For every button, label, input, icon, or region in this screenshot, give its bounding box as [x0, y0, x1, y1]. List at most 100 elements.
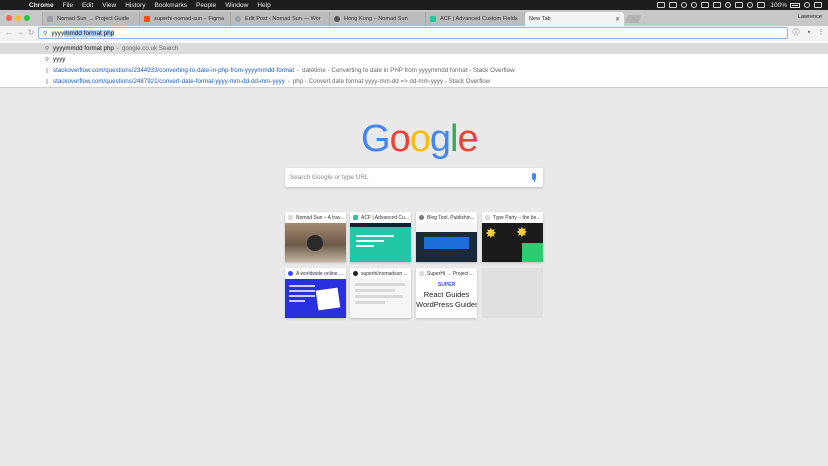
logo-letter: g	[429, 118, 451, 160]
menu-edit[interactable]: Edit	[82, 2, 93, 9]
most-visited-tile[interactable]: SuperHi → Project ... SUPER React Guides…	[416, 268, 477, 318]
most-visited-tile[interactable]: A worldwide online ...	[285, 268, 346, 318]
tile-title: SuperHi → Project ...	[427, 270, 474, 277]
superhi-logo: SUPER	[437, 282, 456, 288]
omnibox-autocomplete-selection: mmdd format php	[64, 29, 115, 37]
kebab-menu-icon[interactable]: ⋮	[817, 29, 825, 37]
logo-letter: e	[457, 118, 478, 160]
search-icon: ⚲	[43, 30, 48, 37]
address-bar[interactable]: ⚲ yyyy mmdd format php	[38, 27, 788, 39]
suggestion-stackoverflow-2[interactable]: ▯ stackoverflow.com/questions/2487921/co…	[0, 76, 828, 87]
extension-icon[interactable]: ▪	[805, 29, 813, 37]
tile-thumbnail	[416, 223, 477, 262]
reload-icon[interactable]: ↻	[26, 28, 36, 38]
tile-favicon-icon	[485, 215, 490, 220]
menubar-status-area: 100%	[653, 0, 822, 10]
window-close-button[interactable]	[6, 15, 12, 21]
suggestion-description: php - Convert date format yyyy-mm-dd => …	[292, 78, 491, 85]
back-arrow-icon[interactable]: ←	[4, 28, 14, 38]
display-icon[interactable]	[713, 2, 722, 8]
suggestion-url: stackoverflow.com/questions/2344933/conv…	[53, 67, 295, 74]
ntp-search-box[interactable]: Search Google or type URL	[285, 168, 543, 187]
menu-window[interactable]: Window	[225, 2, 248, 9]
extension-icon[interactable]	[701, 2, 710, 8]
macos-menubar: Chrome File Edit View History Bookmarks …	[0, 0, 828, 10]
omnibox-suggestions: ⚲ yyyymmdd format php - google.co.uk Sea…	[0, 41, 828, 88]
spotlight-search-icon[interactable]	[804, 2, 810, 8]
thumbnail-text-wordpress-guides: WordPress Guides	[416, 300, 477, 309]
most-visited-tile[interactable]: superhi/nomadsun ...	[350, 268, 411, 318]
tile-favicon-icon	[288, 215, 293, 220]
tile-favicon-icon	[419, 271, 424, 276]
logo-letter: G	[361, 118, 391, 160]
google-logo: Google	[361, 117, 479, 161]
search-icon: ⚲	[44, 45, 50, 52]
menu-file[interactable]: File	[63, 2, 73, 9]
suggestion-text: yyyy	[53, 56, 66, 63]
window-zoom-button[interactable]	[24, 15, 30, 21]
wordpress-favicon-icon	[235, 16, 241, 22]
tile-title: ACF | Advanced Cu...	[361, 214, 409, 221]
tile-title: superhi/nomadsun ...	[361, 270, 408, 277]
menu-people[interactable]: People	[196, 2, 216, 9]
new-tab-button[interactable]	[624, 15, 642, 23]
tab-project-guide[interactable]: Nomad Sun → Project Guide	[42, 12, 139, 26]
tab-label: Hong Kong – Nomad Sun	[344, 16, 408, 22]
tile-thumbnail	[350, 279, 411, 318]
tab-new-tab[interactable]: New Tab ✕	[525, 12, 624, 26]
tab-hong-kong[interactable]: Hong Kong – Nomad Sun	[329, 12, 425, 26]
tab-label: Nomad Sun → Project Guide	[57, 16, 130, 22]
notification-center-icon[interactable]	[814, 2, 822, 8]
tile-thumbnail	[350, 223, 411, 262]
tab-edit-post[interactable]: Edit Post ‹ Nomad Sun — Wor	[230, 12, 329, 26]
page-favicon-icon	[47, 16, 53, 22]
forward-arrow-icon[interactable]: →	[15, 28, 25, 38]
info-icon[interactable]	[691, 2, 698, 8]
suggestion-stackoverflow-1[interactable]: ▯ stackoverflow.com/questions/2344933/co…	[0, 65, 828, 76]
ntp-search-placeholder: Search Google or type URL	[290, 174, 369, 181]
tab-figma[interactable]: superhi-nomad-sun – Figma	[139, 12, 230, 26]
dropbox-icon[interactable]	[669, 2, 678, 8]
battery-icon[interactable]	[790, 2, 800, 8]
most-visited-tile[interactable]: Blog Tool, Publishin...	[416, 212, 477, 262]
window-minimize-button[interactable]	[15, 15, 21, 21]
suggestion-search-short[interactable]: ⚲ yyyy	[0, 54, 828, 65]
microphone-icon[interactable]	[532, 173, 536, 182]
tile-favicon-icon	[419, 215, 424, 220]
suggestion-search-full[interactable]: ⚲ yyyymmdd format php - google.co.uk Sea…	[0, 43, 828, 54]
omnibox-typed-text: yyyy	[51, 29, 65, 37]
clock-icon[interactable]	[725, 2, 732, 8]
menu-help[interactable]: Help	[257, 2, 270, 9]
close-tab-icon[interactable]: ✕	[615, 16, 620, 23]
menu-app-chrome[interactable]: Chrome	[29, 2, 54, 9]
tile-title: Nomad Sun – A trav...	[296, 214, 345, 221]
suggestion-separator: -	[116, 45, 119, 52]
page-icon: ▯	[45, 78, 49, 85]
profile-name[interactable]: Lawrence	[798, 14, 822, 20]
tile-title: Type Party – the be...	[493, 214, 541, 221]
suggestion-description: datetime - Converting to date in PHP fro…	[302, 67, 515, 74]
suggestion-separator: -	[287, 78, 290, 85]
browser-toolbar: ← → ↻ ⚲ yyyy mmdd format php ⓘ ▪ ⋮	[0, 26, 828, 41]
tab-acf[interactable]: ACF | Advanced Custom Fields	[425, 12, 525, 26]
page-icon: ▯	[45, 67, 49, 74]
info-icon[interactable]: ⓘ	[792, 29, 800, 37]
bluetooth-icon[interactable]	[735, 2, 744, 8]
wifi-icon[interactable]	[747, 2, 754, 8]
tile-thumbnail	[285, 279, 346, 318]
tab-label: Edit Post ‹ Nomad Sun — Wor	[245, 16, 321, 22]
menu-view[interactable]: View	[102, 2, 116, 9]
menu-history[interactable]: History	[125, 2, 145, 9]
tile-thumbnail	[285, 223, 346, 262]
tab-label: ACF | Advanced Custom Fields	[440, 16, 518, 22]
most-visited-tile[interactable]: ACF | Advanced Cu...	[350, 212, 411, 262]
tile-title: Blog Tool, Publishin...	[427, 214, 475, 221]
timemachine-icon[interactable]	[681, 2, 688, 8]
most-visited-tile[interactable]: Nomad Sun – A trav...	[285, 212, 346, 262]
volume-icon[interactable]	[757, 2, 766, 8]
most-visited-tile[interactable]: Type Party – the be... ✸ ✸	[482, 212, 543, 262]
tile-title: A worldwide online ...	[296, 270, 343, 277]
globe-favicon-icon	[334, 16, 340, 22]
menu-bookmarks[interactable]: Bookmarks	[154, 2, 187, 9]
screen-record-icon[interactable]	[657, 2, 666, 8]
